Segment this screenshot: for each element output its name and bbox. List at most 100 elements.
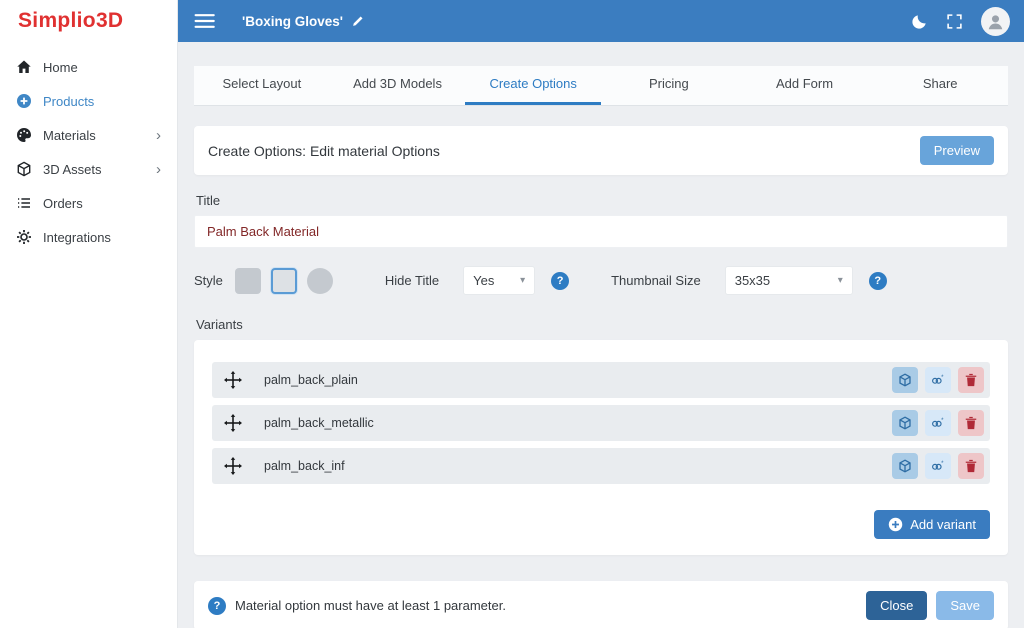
user-avatar[interactable] (981, 7, 1010, 36)
hide-title-value: Yes (473, 273, 494, 288)
product-title-text: 'Boxing Gloves' (242, 14, 343, 29)
content-area: Select Layout Add 3D Models Create Optio… (178, 42, 1024, 628)
tab-share[interactable]: Share (872, 66, 1008, 105)
section-title: Create Options: Edit material Options (208, 143, 440, 159)
sidebar-item-label: Home (43, 60, 78, 75)
sidebar-item-orders[interactable]: Orders (0, 186, 177, 220)
product-title: 'Boxing Gloves' (242, 14, 364, 29)
variant-material-button[interactable] (892, 453, 918, 479)
variant-actions: * (892, 367, 984, 393)
brand-logo[interactable]: Simplio3D (0, 0, 177, 42)
topbar-actions (911, 7, 1010, 36)
variant-actions: * (892, 410, 984, 436)
sidebar-item-home[interactable]: Home (0, 50, 177, 84)
section-header-card: Create Options: Edit material Options Pr… (194, 126, 1008, 175)
fullscreen-icon[interactable] (946, 13, 963, 30)
wizard-tabs: Select Layout Add 3D Models Create Optio… (194, 66, 1008, 106)
variant-material-button[interactable] (892, 410, 918, 436)
add-variant-row: Add variant (212, 510, 990, 539)
drag-move-icon[interactable] (224, 457, 242, 475)
tab-add-3d-models[interactable]: Add 3D Models (330, 66, 466, 105)
svg-text:*: * (941, 417, 944, 424)
variant-row: palm_back_metallic * (212, 405, 990, 441)
thumbnail-size-label: Thumbnail Size (611, 273, 701, 288)
svg-text:*: * (941, 460, 944, 467)
variant-delete-button[interactable] (958, 367, 984, 393)
sidebar-item-label: 3D Assets (43, 162, 102, 177)
hide-title-label: Hide Title (385, 273, 439, 288)
variants-label: Variants (196, 317, 1006, 332)
sidebar-item-label: Products (43, 94, 94, 109)
thumbnail-size-select[interactable]: 35x35 (725, 266, 853, 295)
close-button[interactable]: Close (866, 591, 927, 620)
edit-pencil-icon[interactable] (351, 15, 364, 28)
variant-material-button[interactable] (892, 367, 918, 393)
footer-card: Material option must have at least 1 par… (194, 581, 1008, 628)
style-label: Style (194, 273, 223, 288)
thumbnail-size-help-icon[interactable] (869, 272, 887, 290)
drag-move-icon[interactable] (224, 414, 242, 432)
gear-icon (16, 229, 32, 245)
svg-text:*: * (941, 374, 944, 381)
sidebar-item-integrations[interactable]: Integrations (0, 220, 177, 254)
title-field-label: Title (196, 193, 1006, 208)
variants-card: palm_back_plain * (194, 340, 1008, 555)
brand-logo-text-1: Simplio (18, 9, 96, 33)
tab-add-form[interactable]: Add Form (737, 66, 873, 105)
plus-circle-icon (16, 93, 32, 109)
sidebar-item-products[interactable]: Products (0, 84, 177, 118)
cube-icon (16, 161, 32, 177)
variant-delete-button[interactable] (958, 410, 984, 436)
palette-icon (16, 127, 32, 143)
variant-link-button[interactable]: * (925, 367, 951, 393)
home-icon (16, 59, 32, 75)
list-icon (16, 195, 32, 211)
caret-down-icon (520, 275, 525, 286)
options-row: Style Hide Title Yes Thumbnail Size 35x3… (194, 266, 1008, 295)
main-column: 'Boxing Gloves' Select L (178, 0, 1024, 628)
footer-note: Material option must have at least 1 par… (235, 598, 506, 613)
topbar: 'Boxing Gloves' (178, 0, 1024, 42)
dark-mode-moon-icon[interactable] (911, 13, 928, 30)
plus-circle-icon (888, 517, 903, 532)
style-swatch-square-selected[interactable] (271, 268, 297, 294)
sidebar: Simplio3D Home Products Materials (0, 0, 178, 628)
info-question-icon[interactable] (208, 597, 226, 615)
variant-row: palm_back_inf * (212, 448, 990, 484)
variant-name: palm_back_plain (264, 373, 358, 387)
variant-delete-button[interactable] (958, 453, 984, 479)
hide-title-select[interactable]: Yes (463, 266, 535, 295)
app-window: Simplio3D Home Products Materials (0, 0, 1024, 628)
tab-pricing[interactable]: Pricing (601, 66, 737, 105)
variant-actions: * (892, 453, 984, 479)
caret-down-icon (838, 275, 843, 286)
brand-logo-text-2: 3D (96, 9, 123, 33)
variant-name: palm_back_inf (264, 459, 345, 473)
variant-name: palm_back_metallic (264, 416, 374, 430)
sidebar-item-label: Materials (43, 128, 96, 143)
footer-actions: Close Save (866, 591, 994, 620)
title-input[interactable] (194, 215, 1008, 248)
tab-select-layout[interactable]: Select Layout (194, 66, 330, 105)
variant-link-button[interactable]: * (925, 453, 951, 479)
thumbnail-size-value: 35x35 (735, 273, 770, 288)
variant-row: palm_back_plain * (212, 362, 990, 398)
variant-link-button[interactable]: * (925, 410, 951, 436)
sidebar-item-label: Integrations (43, 230, 111, 245)
add-variant-label: Add variant (910, 517, 976, 532)
chevron-right-icon (156, 162, 161, 177)
save-button[interactable]: Save (936, 591, 994, 620)
style-swatch-circle[interactable] (307, 268, 333, 294)
tab-create-options[interactable]: Create Options (465, 66, 601, 105)
sidebar-nav: Home Products Materials 3D Assets (0, 42, 177, 254)
chevron-right-icon (156, 128, 161, 143)
sidebar-item-materials[interactable]: Materials (0, 118, 177, 152)
hamburger-menu-icon[interactable] (194, 13, 216, 29)
preview-button[interactable]: Preview (920, 136, 994, 165)
hide-title-help-icon[interactable] (551, 272, 569, 290)
add-variant-button[interactable]: Add variant (874, 510, 990, 539)
sidebar-item-3d-assets[interactable]: 3D Assets (0, 152, 177, 186)
drag-move-icon[interactable] (224, 371, 242, 389)
sidebar-item-label: Orders (43, 196, 83, 211)
style-swatch-square[interactable] (235, 268, 261, 294)
